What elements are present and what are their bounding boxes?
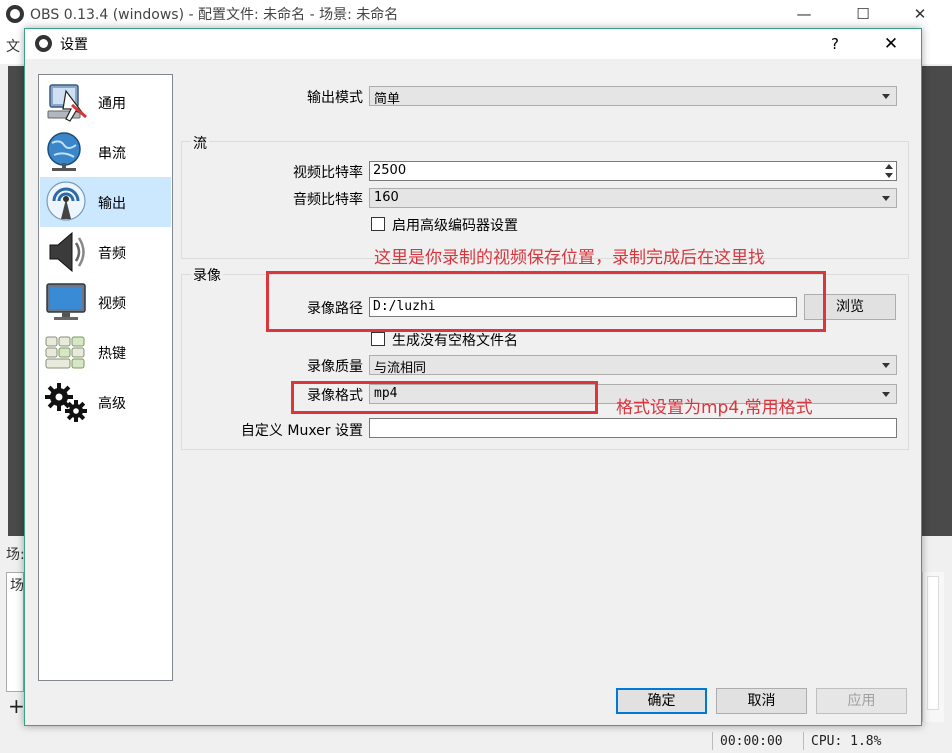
advanced-encoder-label: 启用高级编码器设置 (392, 218, 518, 234)
add-scene-button[interactable]: + (8, 694, 25, 718)
format-annotation: 格式设置为mp4,常用格式 (616, 398, 813, 418)
sources-scrollbar[interactable] (922, 572, 944, 722)
audio-bitrate-label: 音频比特率 (293, 192, 363, 208)
sidebar-item-label: 视频 (98, 296, 126, 312)
main-close-button[interactable]: ✕ (900, 2, 940, 26)
obs-logo-icon (6, 5, 24, 23)
video-bitrate-input[interactable]: 2500 (369, 161, 897, 181)
spin-down-icon[interactable] (882, 172, 895, 180)
recording-quality-label: 录像质量 (307, 359, 363, 375)
sidebar-item-output[interactable]: 输出 (40, 177, 171, 227)
maximize-button[interactable]: ☐ (843, 2, 883, 26)
audio-bitrate-select[interactable]: 160 (369, 188, 897, 208)
scenes-list-item[interactable]: 场 (10, 575, 24, 595)
sidebar-item-label: 输出 (98, 196, 126, 212)
computer-cursor-icon (47, 84, 87, 122)
status-cpu: CPU: 1.8% (811, 734, 882, 749)
recording-quality-value: 与流相同 (374, 361, 427, 376)
broadcast-antenna-icon (46, 181, 86, 221)
sidebar-item-label: 高级 (98, 396, 126, 412)
chevron-down-icon (882, 363, 890, 368)
chevron-down-icon (882, 94, 890, 99)
sidebar-item-label: 串流 (98, 146, 126, 162)
no-space-filename-checkbox[interactable] (371, 332, 385, 346)
main-window-title: OBS 0.13.4 (windows) - 配置文件: 未命名 - 场景: 未… (30, 7, 399, 23)
path-annotation: 这里是你录制的视频保存位置，录制完成后在这里找 (374, 248, 765, 268)
apply-button[interactable]: 应用 (816, 688, 907, 714)
settings-sidebar: 通用 串流 输出 音频 视频 热键 高级 (38, 74, 173, 681)
dialog-title: 设置 (60, 37, 88, 53)
output-mode-value: 简单 (374, 92, 401, 107)
sidebar-item-general[interactable]: 通用 (40, 77, 171, 127)
chevron-down-icon (882, 196, 890, 201)
custom-muxer-input[interactable] (369, 418, 897, 438)
path-highlight-box (266, 271, 826, 332)
sidebar-item-stream[interactable]: 串流 (40, 127, 171, 177)
globe-network-icon (47, 132, 81, 171)
video-bitrate-value: 2500 (373, 163, 407, 178)
sidebar-item-hotkeys[interactable]: 热键 (40, 327, 171, 377)
status-time: 00:00:00 (720, 734, 783, 749)
sidebar-item-label: 热键 (98, 346, 126, 362)
sidebar-item-advanced[interactable]: 高级 (40, 377, 171, 427)
minimize-button[interactable]: — (784, 2, 824, 26)
settings-dialog: 设置 ? ✕ 通用 串流 输出 音频 视频 热键 高级 输出模式 简单 流 视频… (24, 28, 922, 726)
recording-group-title: 录像 (191, 265, 223, 285)
menu-item-file[interactable]: 文 (6, 36, 20, 56)
dialog-titlebar: 设置 ? ✕ (25, 29, 921, 59)
sidebar-item-video[interactable]: 视频 (40, 277, 171, 327)
keyboard-icon (45, 336, 85, 369)
custom-muxer-label: 自定义 Muxer 设置 (240, 423, 363, 439)
sidebar-item-label: 音频 (98, 246, 126, 262)
ok-button[interactable]: 确定 (616, 688, 707, 714)
sidebar-item-audio[interactable]: 音频 (40, 227, 171, 277)
obs-logo-icon (35, 35, 52, 52)
cancel-button[interactable]: 取消 (716, 688, 807, 714)
stream-group-title: 流 (191, 133, 209, 153)
recording-quality-select[interactable]: 与流相同 (369, 355, 897, 376)
chevron-down-icon (882, 392, 890, 397)
scenes-list[interactable]: 场 (6, 572, 24, 692)
monitor-icon (46, 283, 86, 320)
output-mode-label: 输出模式 (307, 90, 363, 106)
help-button[interactable]: ? (823, 32, 847, 56)
gears-icon (45, 383, 87, 422)
format-highlight-box (291, 381, 598, 414)
status-bar: 00:00:00 CPU: 1.8% (0, 728, 952, 753)
scenes-label: 场: (6, 547, 25, 563)
video-bitrate-label: 视频比特率 (293, 165, 363, 181)
dialog-close-button[interactable]: ✕ (878, 32, 904, 56)
advanced-encoder-checkbox[interactable] (371, 217, 385, 231)
output-mode-select[interactable]: 简单 (369, 86, 897, 107)
sidebar-item-label: 通用 (98, 96, 126, 112)
main-window-titlebar: OBS 0.13.4 (windows) - 配置文件: 未命名 - 场景: 未… (0, 0, 952, 28)
no-space-filename-label: 生成没有空格文件名 (392, 333, 518, 349)
spin-up-icon[interactable] (882, 163, 895, 171)
speaker-icon (49, 231, 85, 273)
audio-bitrate-value: 160 (374, 190, 399, 205)
